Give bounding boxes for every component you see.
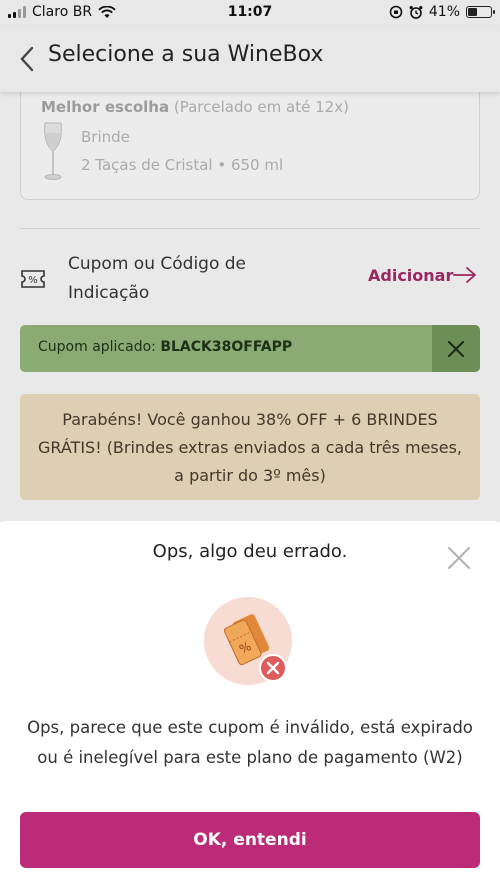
battery-level: [468, 8, 478, 16]
plan-label: Melhor escolha (Parcelado em até 12x): [41, 98, 349, 116]
ticket-percent-icon: %: [21, 270, 45, 288]
status-right: 41%: [389, 4, 495, 20]
header: Selecione a sua WineBox: [0, 26, 500, 92]
coupon-error-icon: %: [204, 597, 292, 685]
svg-text:%: %: [28, 275, 38, 286]
coupon-label: Cupom ou Código de Indicação: [68, 254, 247, 303]
page-title: Selecione a sua WineBox: [48, 42, 324, 67]
applied-coupon-code: BLACK38OFFAPP: [160, 339, 293, 355]
gift-title: Brinde: [81, 128, 130, 146]
congrats-banner: Parabéns! Você ganhou 38% OFF + 6 BRINDE…: [20, 394, 480, 500]
battery-percent: 41%: [428, 4, 460, 20]
ok-button[interactable]: OK, entendi: [20, 812, 480, 868]
sheet-message: Ops, parece que este cupom é inválido, e…: [27, 718, 473, 767]
applied-coupon-text: Cupom aplicado: BLACK38OFFAPP: [38, 339, 292, 355]
plan-card: Melhor escolha (Parcelado em até 12x) Br…: [20, 92, 480, 200]
add-coupon-link[interactable]: Adicionar: [368, 266, 453, 285]
applied-coupon-label: Cupom aplicado:: [38, 339, 156, 355]
alarm-icon: [409, 6, 423, 19]
error-bottom-sheet: Ops, algo deu errado. % Ops, parece que …: [0, 521, 500, 889]
status-bar: Claro BR 11:07 41%: [0, 0, 500, 26]
plan-label-note: (Parcelado em até 12x): [173, 98, 349, 116]
arrow-right-icon[interactable]: [452, 265, 478, 285]
back-button[interactable]: [14, 44, 40, 74]
battery-icon: [466, 6, 495, 18]
chevron-left-icon: [20, 46, 34, 72]
wine-glass-icon: [44, 122, 62, 180]
orientation-lock-icon: [389, 5, 403, 19]
background-content: Melhor escolha (Parcelado em até 12x) Br…: [0, 92, 500, 522]
close-icon: [448, 340, 464, 357]
gift-description: 2 Taças de Cristal • 650 ml: [81, 156, 284, 174]
coupon-row[interactable]: % Cupom ou Código de Indicação Adicionar: [0, 242, 500, 312]
divider: [20, 228, 480, 229]
close-icon[interactable]: [446, 545, 472, 571]
plan-label-bold: Melhor escolha: [41, 98, 170, 116]
sheet-title: Ops, algo deu errado.: [152, 541, 348, 562]
applied-coupon-bar: Cupom aplicado: BLACK38OFFAPP: [20, 325, 480, 372]
remove-coupon-button[interactable]: [432, 325, 480, 372]
